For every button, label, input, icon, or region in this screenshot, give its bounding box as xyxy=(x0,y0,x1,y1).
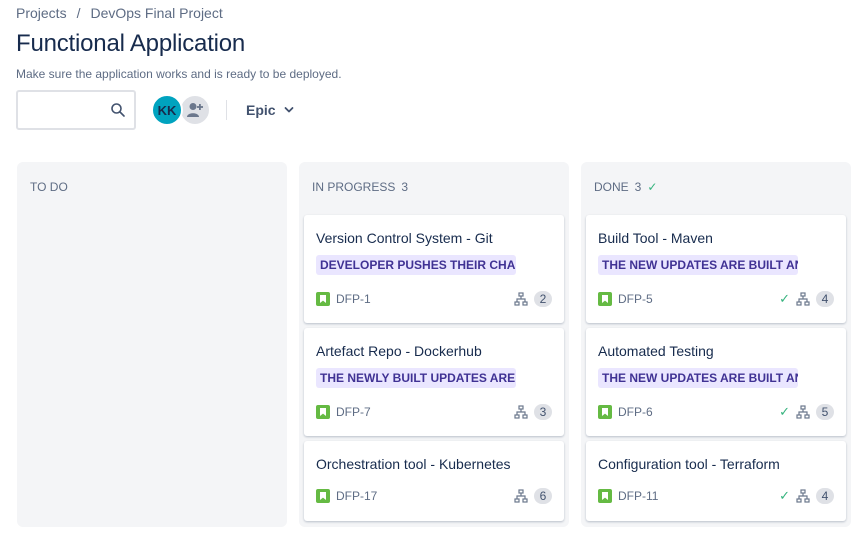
column-count: 3 xyxy=(401,180,409,194)
issue-card[interactable]: Automated Testing THE NEW UPDATES ARE BU… xyxy=(586,328,846,436)
story-icon xyxy=(316,489,330,503)
subtasks-icon xyxy=(514,292,528,306)
column-in-progress: IN PROGRESS 3 Version Control System - G… xyxy=(299,162,569,527)
column-done-check-icon: ✓ xyxy=(647,180,658,194)
card-footer: DFP-6 ✓ 5 xyxy=(598,404,834,420)
column-done: DONE 3 ✓ Build Tool - Maven THE NEW UPDA… xyxy=(581,162,851,527)
subtask-count: 4 xyxy=(816,488,834,504)
subtasks-icon xyxy=(514,489,528,503)
page-description: Make sure the application works and is r… xyxy=(16,67,342,81)
done-check-icon: ✓ xyxy=(779,488,790,503)
subtasks-icon xyxy=(796,489,810,503)
page-title: Functional Application xyxy=(16,30,246,57)
story-icon xyxy=(598,405,612,419)
subtasks-icon xyxy=(514,405,528,419)
column-header: DONE 3 ✓ xyxy=(594,180,657,194)
add-people-button[interactable] xyxy=(179,94,211,126)
card-title: Automated Testing xyxy=(598,343,714,359)
subtasks-icon xyxy=(796,405,810,419)
column-title: IN PROGRESS xyxy=(312,180,396,194)
breadcrumb: Projects / DevOps Final Project xyxy=(16,5,223,21)
issue-key: DFP-7 xyxy=(336,405,371,419)
issue-card[interactable]: Version Control System - Git DEVELOPER P… xyxy=(304,215,564,323)
subtask-count: 5 xyxy=(816,404,834,420)
issue-key: DFP-5 xyxy=(618,292,653,306)
subtask-count: 6 xyxy=(534,488,552,504)
column-title: DONE xyxy=(594,180,629,194)
search-icon[interactable] xyxy=(110,102,126,118)
column-title: TO DO xyxy=(30,180,68,194)
search-box[interactable] xyxy=(16,90,136,130)
issue-key: DFP-17 xyxy=(336,489,378,503)
column-header: IN PROGRESS 3 xyxy=(312,180,408,194)
epic-filter-label: Epic xyxy=(246,102,276,118)
card-title: Orchestration tool - Kubernetes xyxy=(316,456,511,472)
breadcrumb-separator: / xyxy=(76,5,81,21)
epic-filter-dropdown[interactable]: Epic xyxy=(238,98,302,122)
done-check-icon: ✓ xyxy=(779,291,790,306)
column-header: TO DO xyxy=(30,180,68,194)
issue-card[interactable]: Configuration tool - Terraform DFP-11 ✓ … xyxy=(586,441,846,521)
subtasks-icon xyxy=(796,292,810,306)
card-footer: DFP-5 ✓ 4 xyxy=(598,291,834,307)
story-icon xyxy=(598,489,612,503)
avatar-initials: KK xyxy=(157,102,177,118)
card-footer: DFP-17 6 xyxy=(316,488,552,504)
subtask-count: 4 xyxy=(816,291,834,307)
epic-label[interactable]: THE NEW UPDATES ARE BUILT AN... xyxy=(598,255,798,275)
issue-key: DFP-11 xyxy=(618,489,659,503)
done-check-icon: ✓ xyxy=(779,404,790,419)
story-icon xyxy=(598,292,612,306)
issue-card[interactable]: Orchestration tool - Kubernetes DFP-17 6 xyxy=(304,441,564,521)
subtask-count: 2 xyxy=(534,291,552,307)
issue-key: DFP-1 xyxy=(336,292,371,306)
breadcrumb-project-link[interactable]: DevOps Final Project xyxy=(90,5,222,21)
column-todo: TO DO xyxy=(17,162,287,527)
breadcrumb-projects-link[interactable]: Projects xyxy=(16,5,67,21)
toolbar-divider xyxy=(226,100,227,120)
card-footer: DFP-7 3 xyxy=(316,404,552,420)
card-title: Version Control System - Git xyxy=(316,230,493,246)
story-icon xyxy=(316,405,330,419)
card-title: Artefact Repo - Dockerhub xyxy=(316,343,482,359)
search-input[interactable] xyxy=(24,100,106,120)
add-person-icon xyxy=(187,103,203,117)
card-footer: DFP-11 ✓ 4 xyxy=(598,488,834,504)
issue-card[interactable]: Build Tool - Maven THE NEW UPDATES ARE B… xyxy=(586,215,846,323)
avatar-kk[interactable]: KK xyxy=(151,94,183,126)
card-title: Configuration tool - Terraform xyxy=(598,456,780,472)
card-footer: DFP-1 2 xyxy=(316,291,552,307)
subtask-count: 3 xyxy=(534,404,552,420)
epic-label[interactable]: THE NEWLY BUILT UPDATES ARE S... xyxy=(316,368,516,388)
story-icon xyxy=(316,292,330,306)
issue-card[interactable]: Artefact Repo - Dockerhub THE NEWLY BUIL… xyxy=(304,328,564,436)
chevron-down-icon xyxy=(284,107,293,113)
epic-label[interactable]: DEVELOPER PUSHES THEIR CHAN... xyxy=(316,255,516,275)
card-title: Build Tool - Maven xyxy=(598,230,713,246)
issue-key: DFP-6 xyxy=(618,405,653,419)
epic-label[interactable]: THE NEW UPDATES ARE BUILT AN... xyxy=(598,368,798,388)
column-count: 3 xyxy=(634,180,642,194)
